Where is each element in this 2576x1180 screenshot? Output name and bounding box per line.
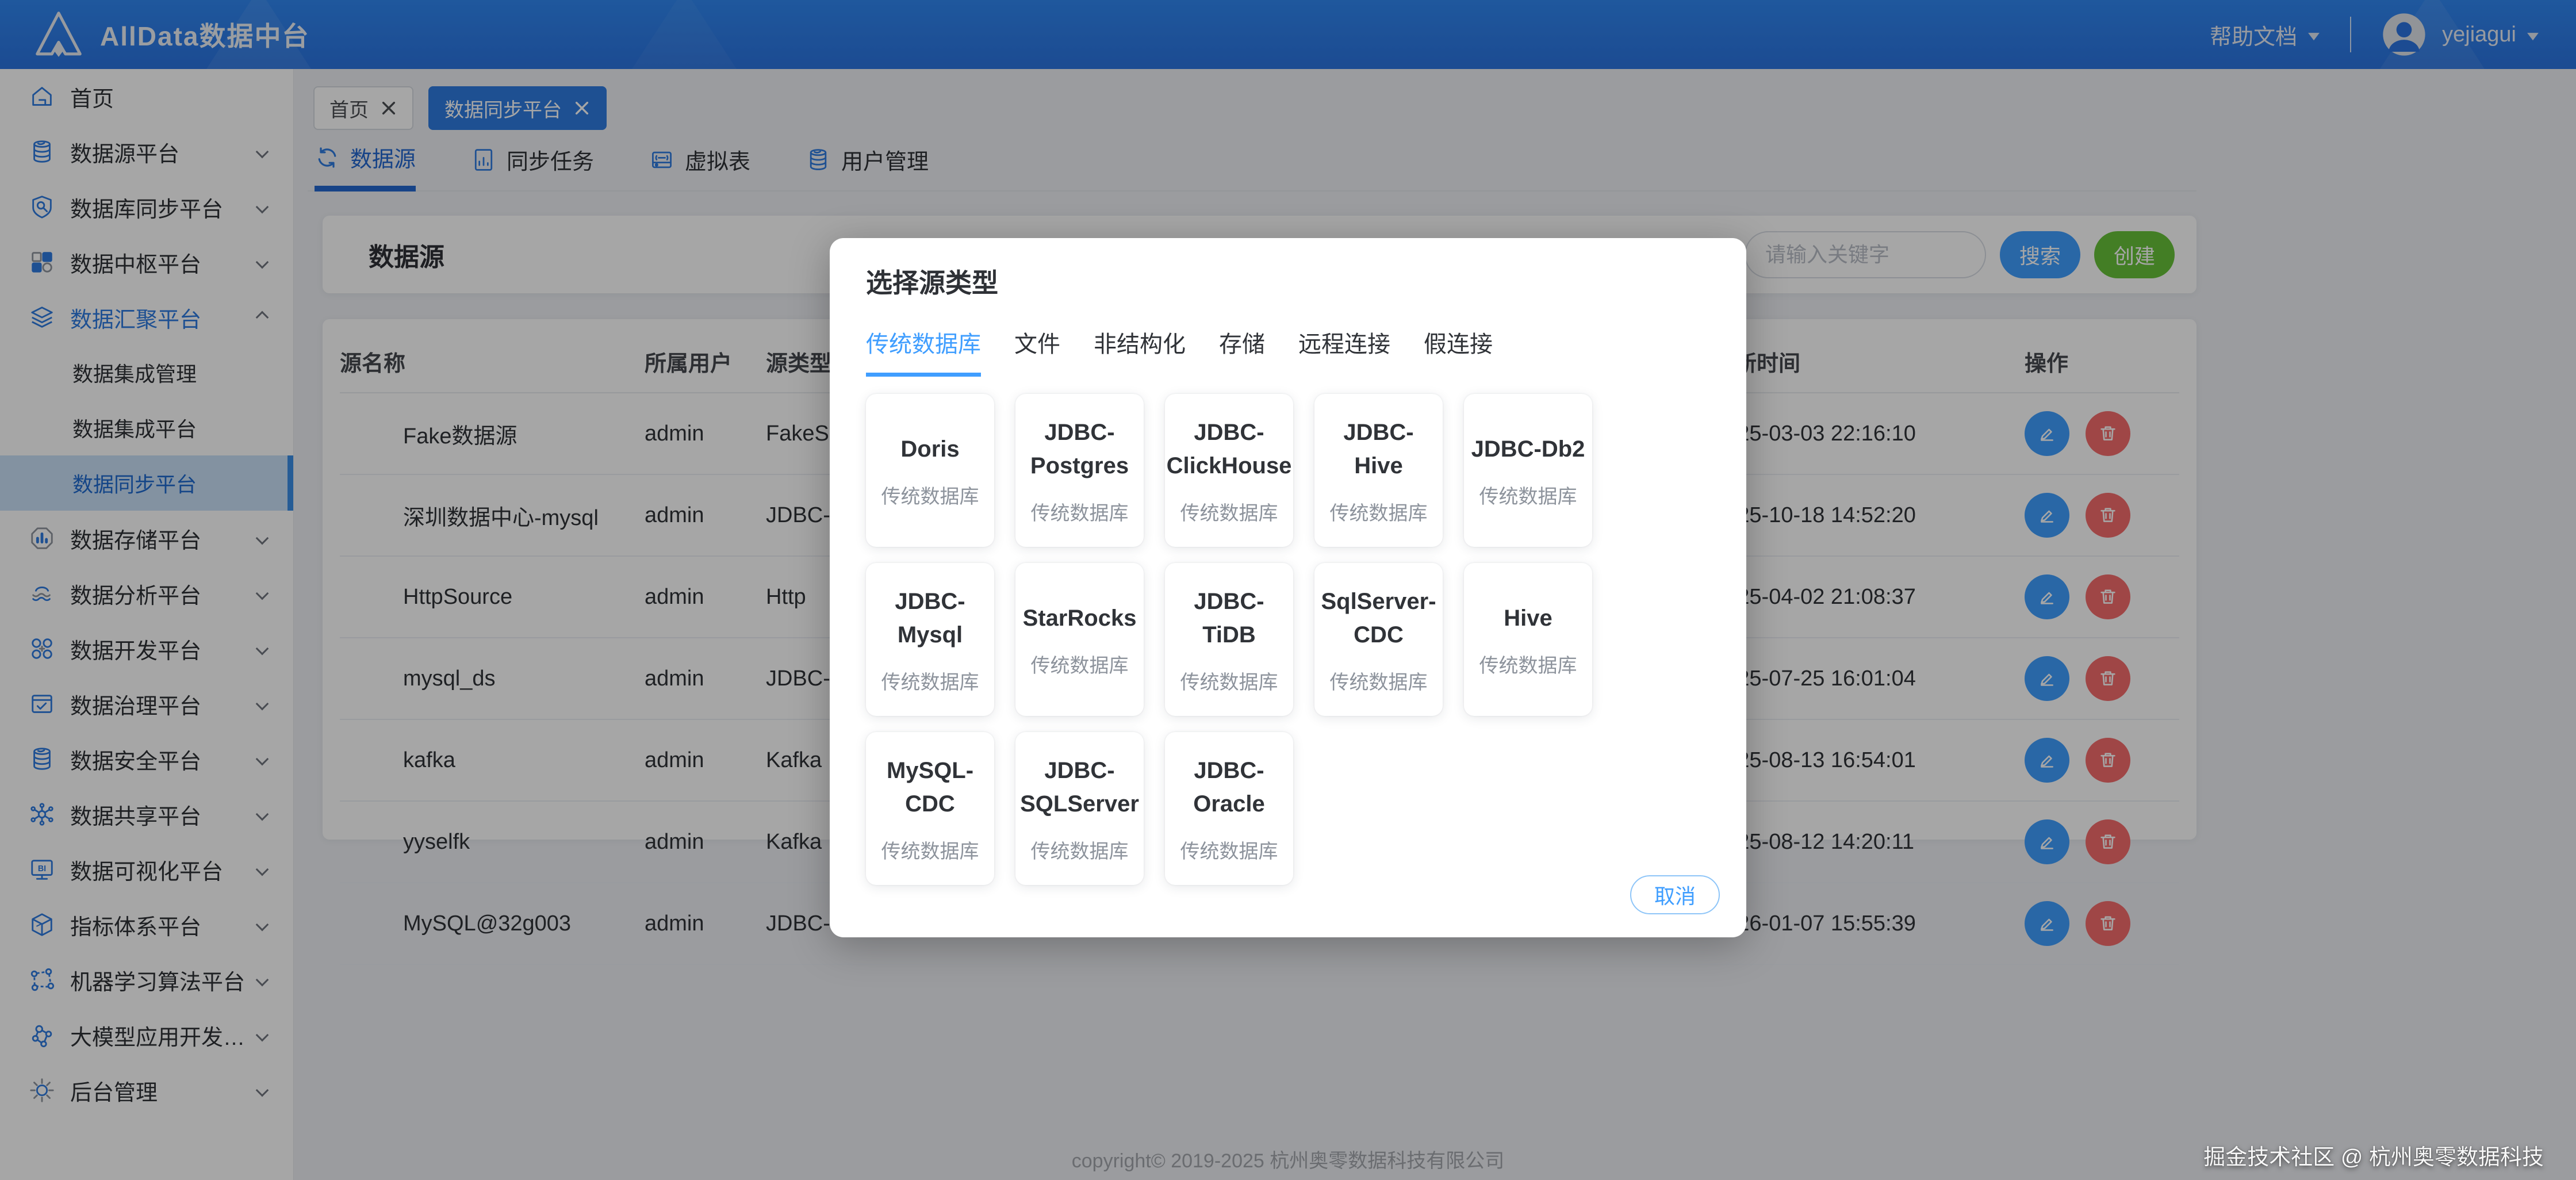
source-type-name: JDBC-TiDB — [1172, 585, 1286, 652]
source-type-category: 传统数据库 — [881, 481, 979, 509]
source-type-name: JDBC-SQLServer — [1020, 754, 1139, 821]
source-category-tab[interactable]: 存储 — [1219, 325, 1265, 377]
source-type-category: 传统数据库 — [1180, 666, 1278, 695]
source-type-card[interactable]: JDBC-TiDB 传统数据库 — [1165, 563, 1293, 716]
source-type-category: 传统数据库 — [881, 836, 979, 864]
cancel-button[interactable]: 取消 — [1630, 875, 1720, 914]
source-type-name: JDBC-Mysql — [873, 585, 987, 652]
source-type-name: SqlServer-CDC — [1321, 585, 1436, 652]
source-category-tab[interactable]: 文件 — [1014, 325, 1060, 377]
source-type-category: 传统数据库 — [1180, 497, 1278, 526]
source-type-category: 传统数据库 — [881, 666, 979, 695]
source-type-card[interactable]: MySQL-CDC 传统数据库 — [866, 732, 994, 885]
source-type-card[interactable]: JDBC-Hive 传统数据库 — [1314, 394, 1443, 547]
source-type-category: 传统数据库 — [1330, 497, 1428, 526]
source-type-grid: Doris 传统数据库 JDBC-Postgres 传统数据库 JDBC-Cli… — [866, 394, 1710, 885]
source-type-card[interactable]: JDBC-Postgres 传统数据库 — [1015, 394, 1144, 547]
select-source-type-modal: 选择源类型 传统数据库文件非结构化存储远程连接假连接 Doris 传统数据库 J… — [830, 238, 1746, 937]
source-type-name: Doris — [900, 432, 959, 466]
source-type-card[interactable]: Hive 传统数据库 — [1464, 563, 1592, 716]
source-type-name: JDBC-Postgres — [1022, 416, 1137, 482]
source-type-name: JDBC-Hive — [1321, 416, 1436, 482]
source-type-card[interactable]: Doris 传统数据库 — [866, 394, 994, 547]
source-category-tab[interactable]: 远程连接 — [1298, 325, 1390, 377]
watermark-text: 掘金技术社区 @ 杭州奥零数据科技 — [2203, 1139, 2544, 1171]
source-category-tab[interactable]: 传统数据库 — [866, 325, 981, 377]
source-type-category: 传统数据库 — [1031, 497, 1129, 526]
source-type-name: JDBC-Db2 — [1471, 432, 1585, 466]
source-type-category: 传统数据库 — [1031, 650, 1129, 678]
source-type-category: 传统数据库 — [1330, 666, 1428, 695]
source-type-name: JDBC-ClickHouse — [1167, 416, 1292, 482]
source-type-card[interactable]: JDBC-SQLServer 传统数据库 — [1015, 732, 1144, 885]
source-type-name: Hive — [1504, 602, 1552, 635]
source-type-category: 传统数据库 — [1180, 836, 1278, 864]
source-type-card[interactable]: JDBC-Oracle 传统数据库 — [1165, 732, 1293, 885]
source-category-tabs: 传统数据库文件非结构化存储远程连接假连接 — [866, 325, 1710, 377]
source-type-card[interactable]: JDBC-Db2 传统数据库 — [1464, 394, 1592, 547]
source-type-name: StarRocks — [1023, 602, 1137, 635]
source-category-tab[interactable]: 假连接 — [1424, 325, 1493, 377]
source-type-category: 传统数据库 — [1031, 836, 1129, 864]
source-type-category: 传统数据库 — [1479, 481, 1577, 509]
source-type-card[interactable]: StarRocks 传统数据库 — [1015, 563, 1144, 716]
source-type-category: 传统数据库 — [1479, 650, 1577, 678]
modal-title: 选择源类型 — [866, 262, 1710, 300]
source-type-card[interactable]: JDBC-Mysql 传统数据库 — [866, 563, 994, 716]
source-type-card[interactable]: JDBC-ClickHouse 传统数据库 — [1165, 394, 1293, 547]
source-type-name: MySQL-CDC — [873, 754, 987, 821]
source-type-name: JDBC-Oracle — [1172, 754, 1286, 821]
source-type-card[interactable]: SqlServer-CDC 传统数据库 — [1314, 563, 1443, 716]
source-category-tab[interactable]: 非结构化 — [1094, 325, 1186, 377]
